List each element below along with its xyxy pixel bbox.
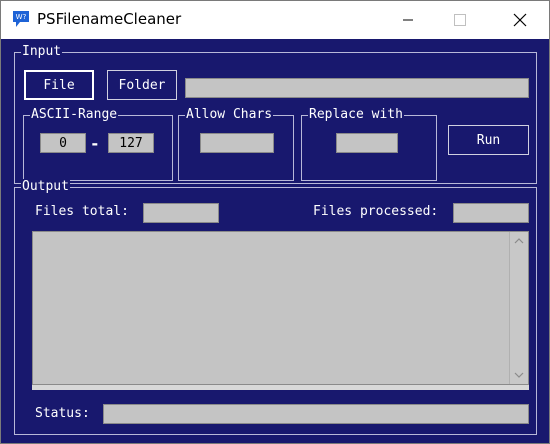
app-icon: W?	[13, 11, 29, 27]
ascii-max-input[interactable]: 127	[108, 133, 154, 153]
output-group: Output Files total: Files processed: Sta…	[14, 179, 537, 435]
ascii-min-input[interactable]: 0	[40, 133, 86, 153]
title-bar[interactable]: W? PSFilenameCleaner	[1, 1, 549, 39]
app-window: W? PSFilenameCleaner Input File Folder A…	[0, 0, 550, 444]
scroll-up-icon[interactable]	[510, 234, 528, 248]
files-processed-field	[453, 203, 529, 223]
window-title: PSFilenameCleaner	[37, 10, 182, 28]
allow-chars-label: Allow Chars	[185, 107, 274, 123]
replace-with-group: Replace with	[301, 107, 437, 181]
files-processed-label: Files processed:	[313, 204, 439, 219]
status-field	[103, 404, 529, 424]
scroll-down-icon[interactable]	[510, 368, 528, 382]
file-button[interactable]: File	[24, 70, 94, 100]
output-log[interactable]	[32, 231, 529, 385]
files-total-field	[143, 203, 219, 223]
client-area: Input File Folder ASCII-Range 0 - 127 Al…	[1, 39, 549, 443]
status-label: Status:	[35, 406, 90, 421]
input-group-label: Input	[21, 44, 63, 60]
maximize-icon	[454, 14, 466, 26]
close-icon	[513, 13, 527, 27]
output-group-label: Output	[21, 179, 70, 195]
files-total-label: Files total:	[35, 204, 129, 219]
log-scrollbar[interactable]	[509, 232, 528, 384]
input-group: Input File Folder ASCII-Range 0 - 127 Al…	[14, 44, 537, 184]
svg-text:W?: W?	[16, 13, 27, 21]
folder-button[interactable]: Folder	[107, 70, 177, 100]
allow-chars-group: Allow Chars	[178, 107, 294, 181]
ascii-range-group: ASCII-Range 0 - 127	[23, 107, 173, 181]
replace-with-input[interactable]	[336, 133, 398, 153]
minimize-icon	[403, 19, 413, 21]
run-button[interactable]: Run	[448, 125, 529, 155]
allow-chars-input[interactable]	[200, 133, 274, 153]
log-horizontal-scrollbar[interactable]	[32, 385, 529, 390]
close-button[interactable]	[497, 1, 543, 39]
replace-with-label: Replace with	[308, 107, 404, 123]
ascii-range-label: ASCII-Range	[30, 107, 119, 123]
range-separator: -	[90, 134, 100, 153]
minimize-button[interactable]	[385, 1, 431, 39]
path-input[interactable]	[185, 78, 529, 98]
maximize-button[interactable]	[437, 1, 483, 39]
